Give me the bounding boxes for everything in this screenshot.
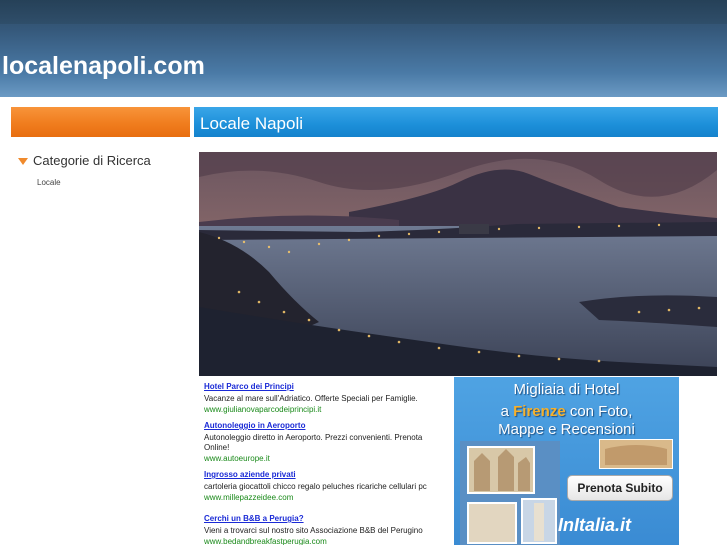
ad-title-link[interactable]: Cerchi un B&B a Perugia? — [204, 514, 444, 523]
prenota-subito-button[interactable]: Prenota Subito — [567, 475, 673, 501]
ad-url[interactable]: www.millepazzeidee.com — [204, 493, 444, 502]
ad-description: Autonoleggio diretto in Aeroporto. Prezz… — [204, 433, 423, 452]
monuments-collage — [460, 441, 560, 545]
sidebar-heading-label: Categorie di Ricerca — [33, 153, 151, 168]
header-top-band — [0, 0, 727, 24]
sidebar-item-locale[interactable]: Locale — [37, 178, 61, 187]
colosseum-photo — [599, 439, 673, 469]
site-title[interactable]: localenapoli.com — [2, 52, 205, 81]
banner-subline: a Firenze con Foto, — [500, 403, 633, 420]
page-title: Locale Napoli — [200, 114, 304, 133]
ad-url[interactable]: www.giulianovaparcodeiprincipi.it — [204, 405, 444, 414]
main-header-bar: Locale Napoli — [194, 107, 718, 137]
banner-city: Firenze — [513, 403, 566, 420]
naples-bay-photo — [199, 152, 717, 376]
ad-title-link[interactable]: Autonoleggio in Aeroporto — [204, 421, 444, 430]
ad-item: Cerchi un B&B a Perugia? Vieni a trovarc… — [204, 514, 444, 545]
ad-description: cartoleria giocattoli chicco regalo pelu… — [204, 482, 427, 491]
hotel-banner-ad[interactable]: Migliaia di Hotel a Firenze con Foto, Ma… — [454, 377, 679, 545]
ad-description: Vieni a trovarci sul nostro sito Associa… — [204, 526, 423, 535]
ad-url[interactable]: www.bedandbreakfastperugia.com — [204, 537, 444, 545]
ad-item: Ingrosso aziende privati cartoleria gioc… — [204, 470, 444, 502]
ad-item: Hotel Parco dei Principi Vacanze al mare… — [204, 382, 444, 414]
banner-tagline: Mappe e Recensioni — [498, 421, 635, 438]
triangle-down-icon — [18, 158, 28, 165]
site-header: localenapoli.com — [0, 0, 727, 97]
initalia-logo: InItalia.it — [558, 515, 632, 535]
ad-description: Vacanze al mare sull'Adriatico. Offerte … — [204, 394, 418, 403]
banner-headline: Migliaia di Hotel — [513, 381, 620, 398]
ad-url[interactable]: www.autoeurope.it — [204, 454, 444, 463]
ad-item: Autonoleggio in Aeroporto Autonoleggio d… — [204, 421, 444, 463]
sidebar-header-bar — [11, 107, 190, 137]
sidebar-heading: Categorie di Ricerca — [18, 153, 151, 168]
ad-title-link[interactable]: Hotel Parco dei Principi — [204, 382, 444, 391]
ad-title-link[interactable]: Ingrosso aziende privati — [204, 470, 444, 479]
